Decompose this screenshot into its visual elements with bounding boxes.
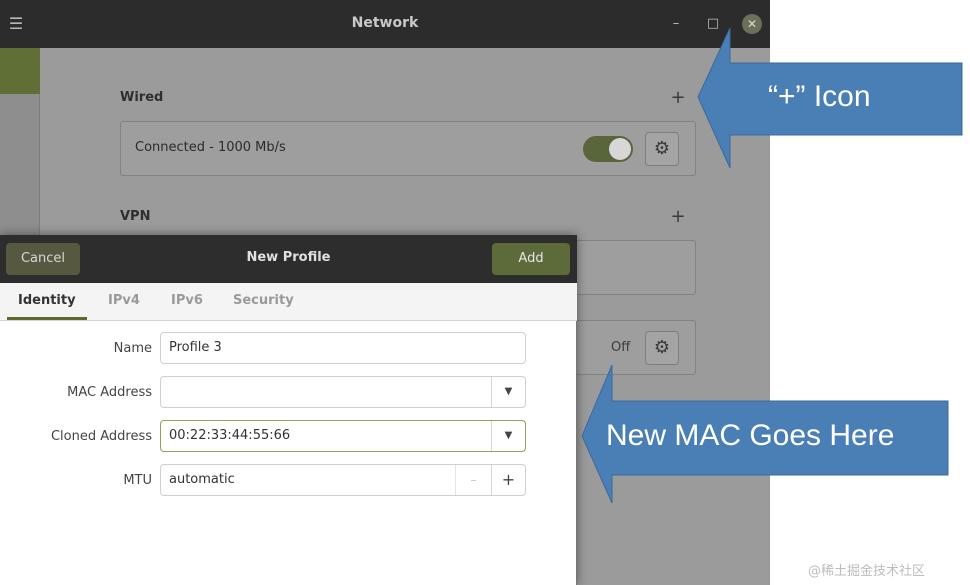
watermark: @稀土掘金技术社区 (808, 564, 926, 579)
plus-icon-callout-text: “+” Icon (768, 80, 871, 113)
mac-callout-text: New MAC Goes Here (606, 419, 895, 452)
screenshot-stage: ☰ Network – □ ✕ Wired + Connected - 1000… (0, 0, 970, 585)
